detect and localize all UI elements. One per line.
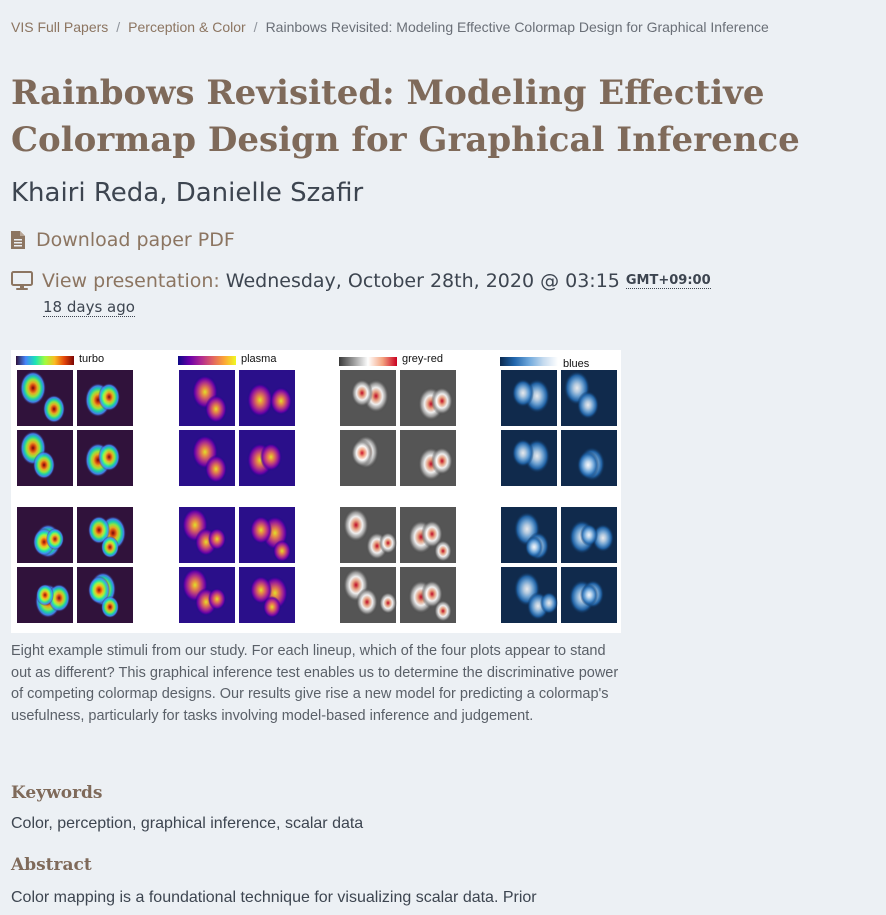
stimulus-density-blob bbox=[351, 379, 373, 407]
stimulus-density-blob bbox=[247, 383, 273, 417]
stimulus-density-blob bbox=[205, 455, 227, 483]
stimulus-density-blob bbox=[580, 584, 598, 606]
abstract-heading: Abstract bbox=[11, 855, 92, 875]
breadcrumb-link-perception-color[interactable]: Perception & Color bbox=[128, 19, 246, 35]
paper-page: VIS Full Papers / Perception & Color / Rainb… bbox=[0, 0, 886, 915]
colormap-legend-label: grey-red bbox=[402, 353, 443, 365]
download-pdf-row: Download paper PDF bbox=[11, 229, 235, 251]
view-presentation-link[interactable]: View presentation: bbox=[42, 270, 220, 292]
keywords-text: Color, perception, graphical inference, … bbox=[11, 815, 364, 832]
file-document-icon bbox=[11, 231, 25, 249]
stimulus-density-blob bbox=[273, 540, 291, 562]
abstract-text: Color mapping is a foundational techniqu… bbox=[11, 889, 537, 906]
page-title: Rainbows Revisited: Modeling Effective C… bbox=[11, 73, 800, 160]
stimulus-density-blob bbox=[343, 508, 369, 542]
stimulus-density-blob bbox=[270, 387, 292, 415]
stimulus-density-blob bbox=[577, 451, 599, 479]
stimulus-density-blob bbox=[379, 592, 397, 614]
stimulus-density-blob bbox=[434, 540, 452, 562]
figure-caption: Eight example stimuli from our study. Fo… bbox=[11, 643, 619, 724]
stimulus-density-blob bbox=[46, 528, 64, 550]
stimulus-density-blob bbox=[98, 383, 120, 411]
stimulus-density-blob bbox=[379, 532, 397, 554]
breadcrumb-current: Rainbows Revisited: Modeling Effective C… bbox=[265, 19, 769, 35]
colormap-legend-label: blues bbox=[563, 358, 590, 370]
stimulus-density-blob bbox=[577, 391, 599, 419]
colormap-legend-label: plasma bbox=[241, 353, 277, 365]
stimulus-density-blob bbox=[101, 536, 119, 558]
stimulus-density-blob bbox=[525, 536, 543, 558]
stimulus-density-blob bbox=[351, 439, 373, 467]
breadcrumb-separator: / bbox=[253, 19, 258, 35]
stimulus-density-blob bbox=[356, 588, 378, 616]
colormap-legend-bar bbox=[16, 356, 74, 365]
stimulus-density-blob bbox=[434, 600, 452, 622]
stimulus-density-blob bbox=[431, 447, 453, 475]
breadcrumb-link-vis-full-papers[interactable]: VIS Full Papers bbox=[11, 19, 108, 35]
presentation-row: View presentation: Wednesday, October 28… bbox=[11, 270, 711, 292]
stimulus-density-blob bbox=[540, 592, 558, 614]
colormap-legend-bar bbox=[500, 357, 558, 366]
stimuli-figure: turbo plasma grey-red blues bbox=[11, 350, 621, 633]
breadcrumb-separator: / bbox=[116, 19, 121, 35]
stimulus-density-blob bbox=[208, 528, 226, 550]
colormap-legend-label: turbo bbox=[79, 353, 104, 365]
stimulus-density-blob bbox=[36, 584, 54, 606]
stimulus-density-blob bbox=[431, 387, 453, 415]
stimulus-density-blob bbox=[101, 596, 119, 618]
stimulus-density-blob bbox=[98, 443, 120, 471]
timezone-label: GMT+09:00 bbox=[625, 273, 711, 289]
download-pdf-link[interactable]: Download paper PDF bbox=[36, 229, 235, 251]
stimulus-density-blob bbox=[263, 596, 281, 618]
stimulus-density-blob bbox=[250, 516, 272, 544]
stimulus-density-blob bbox=[512, 439, 534, 467]
stimuli-figure-image: turbo plasma grey-red blues bbox=[16, 353, 617, 623]
keywords-heading: Keywords bbox=[11, 783, 103, 803]
breadcrumb: VIS Full Papers / Perception & Color / Rainb… bbox=[11, 19, 769, 35]
stimulus-density-blob bbox=[512, 379, 534, 407]
presentation-time: Wednesday, October 28th, 2020 @ 03:15 bbox=[225, 270, 620, 292]
stimulus-density-blob bbox=[208, 588, 226, 610]
stimulus-density-blob bbox=[20, 371, 46, 405]
stimulus-density-blob bbox=[43, 395, 65, 423]
stimulus-density-blob bbox=[580, 524, 598, 546]
stimulus-density-blob bbox=[260, 443, 282, 471]
colormap-legend-bar bbox=[339, 357, 397, 366]
paper-authors: Khairi Reda, Danielle Szafir bbox=[11, 178, 364, 208]
colormap-legend-bar bbox=[178, 356, 236, 365]
monitor-icon bbox=[11, 271, 33, 291]
stimulus-density-blob bbox=[33, 451, 55, 479]
stimulus-density-blob bbox=[205, 395, 227, 423]
relative-time: 18 days ago bbox=[43, 298, 135, 317]
